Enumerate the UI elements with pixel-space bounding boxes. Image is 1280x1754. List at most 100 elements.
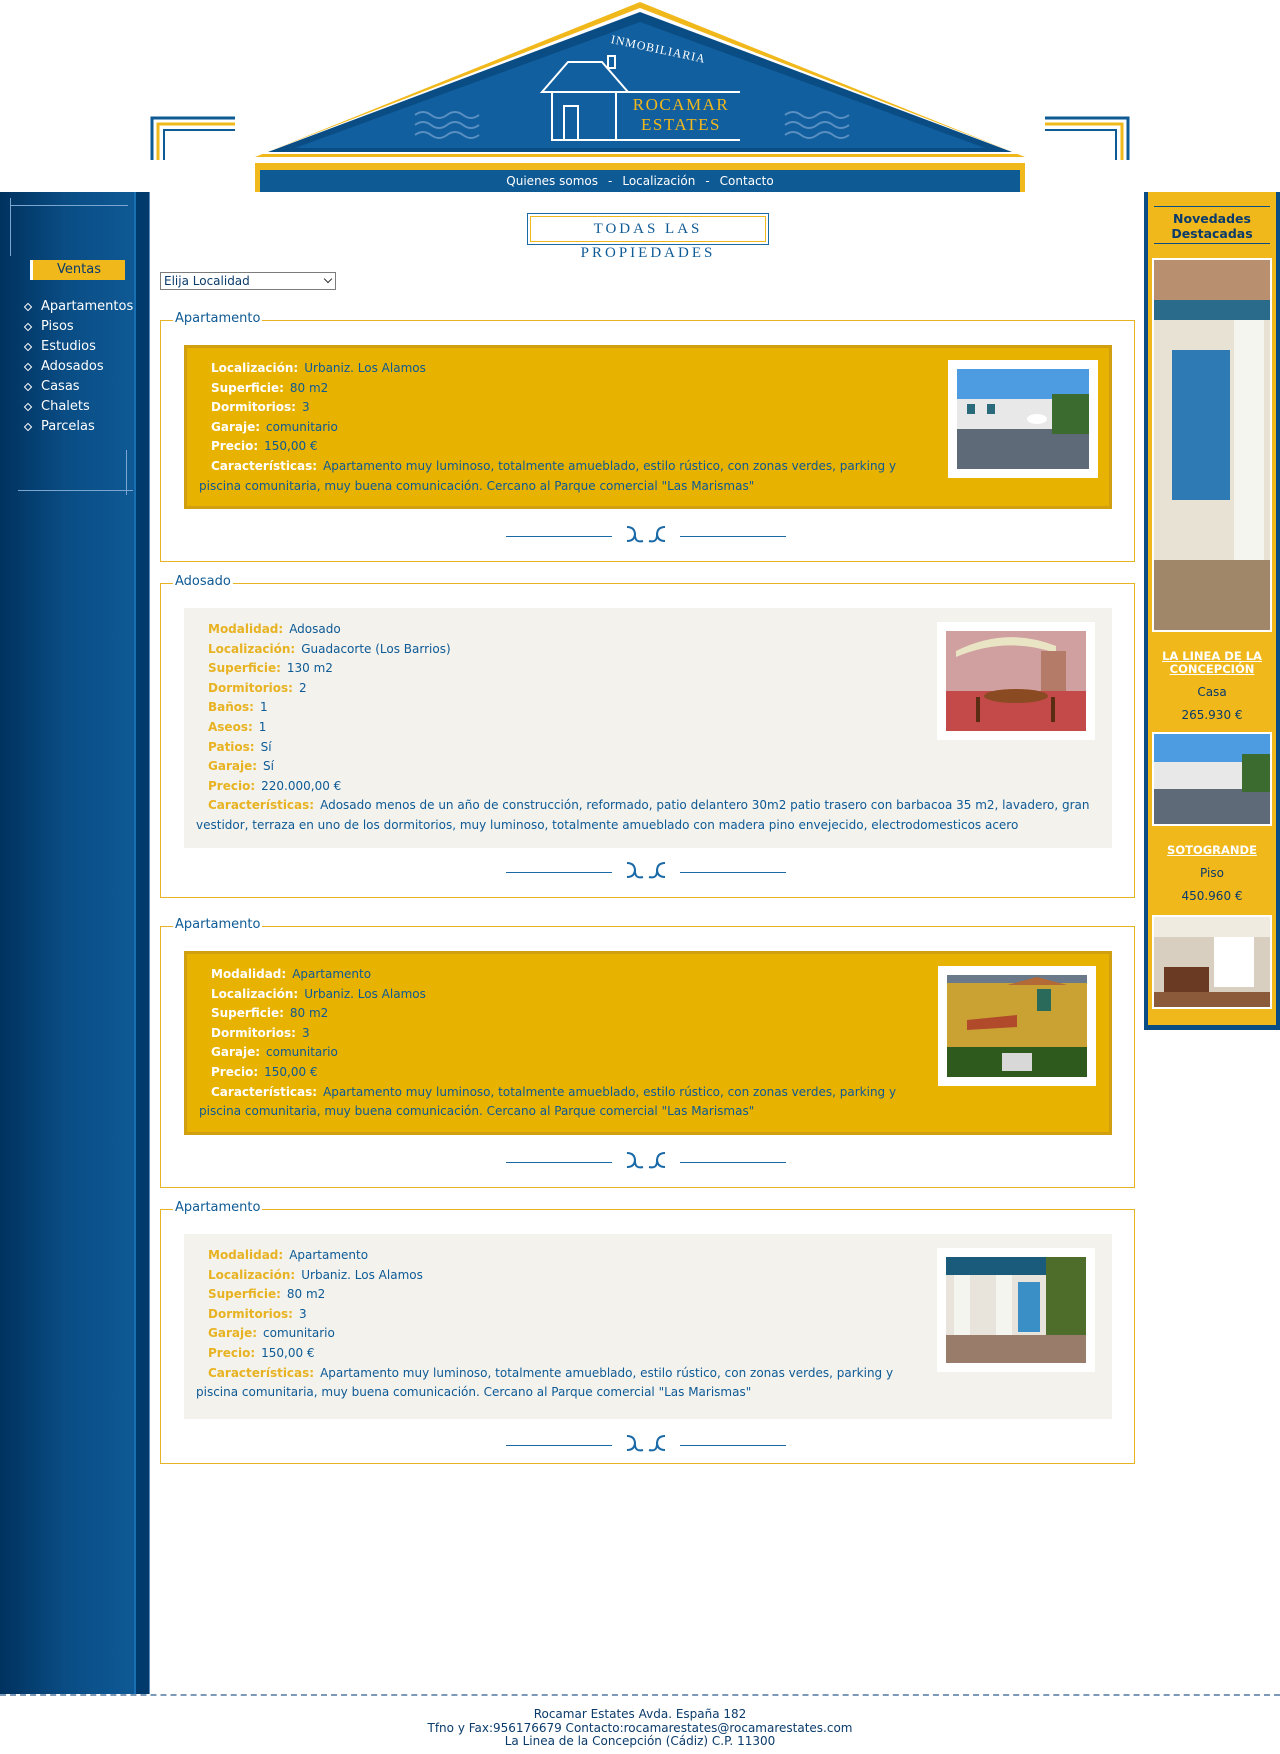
listing-field: Dormitorios: 3: [196, 1305, 936, 1325]
divider-line: [680, 872, 786, 873]
field-label: Superficie:: [208, 661, 281, 676]
diamond-bullet-icon: [23, 322, 33, 332]
listing-fieldset: Adosado Modalidad: Adosado Localización: G…: [160, 574, 1135, 898]
featured-type: Casa: [1197, 685, 1227, 699]
field-value: Sí: [260, 739, 272, 754]
featured-photo-image: [1154, 917, 1270, 1007]
featured-price: 450.960 €: [1181, 889, 1243, 903]
diamond-bullet-icon: [23, 302, 33, 312]
sidebar-item-parcelas[interactable]: Parcelas: [23, 417, 133, 437]
divider-line: [506, 1162, 612, 1163]
listing-legend: Apartamento: [173, 311, 263, 326]
listing-field: Garaje: comunitario: [196, 1324, 936, 1344]
listing-card: Modalidad: Apartamento Localización: Urban…: [184, 951, 1112, 1135]
listing-legend: Apartamento: [173, 1200, 263, 1215]
field-value: Urbaniz. Los Alamos: [301, 1267, 423, 1282]
field-label: Precio:: [208, 1345, 256, 1360]
field-label: Garaje:: [208, 759, 258, 774]
property-photo-image: [947, 975, 1087, 1077]
field-value: Sí: [263, 759, 274, 774]
featured-price: 265.930 €: [1181, 708, 1243, 722]
property-photo-image: [946, 631, 1086, 731]
sidebar-item-label: Estudios: [41, 339, 96, 354]
listing-photo[interactable]: [938, 966, 1096, 1086]
divider-line: [506, 536, 612, 537]
listing-field: Patios: Sí: [196, 738, 1096, 758]
listing-photo[interactable]: [937, 622, 1095, 740]
nav-localizacion[interactable]: Localización: [622, 174, 695, 188]
field-label: Dormitorios:: [208, 1306, 293, 1321]
field-label: Precio:: [211, 1064, 259, 1079]
sidebar-menu: Apartamentos Pisos Estudios Adosados Cas…: [23, 297, 133, 437]
listing-card: Modalidad: Adosado Localización: Guadacort…: [184, 608, 1112, 848]
field-label: Localización:: [211, 986, 299, 1001]
field-label: Aseos:: [208, 719, 253, 734]
frame-line: [10, 198, 11, 256]
field-label: Superficie:: [211, 1006, 284, 1021]
sidebar-item-adosados[interactable]: Adosados: [23, 357, 133, 377]
field-label: Localización:: [208, 641, 296, 656]
sidebar-item-apartamentos[interactable]: Apartamentos: [23, 297, 133, 317]
field-value: Guadacorte (Los Barrios): [301, 641, 451, 656]
sidebar-item-pisos[interactable]: Pisos: [23, 317, 133, 337]
listing-field: Modalidad: Apartamento: [196, 1246, 936, 1266]
divider-line: [680, 536, 786, 537]
frame-line: [126, 450, 127, 495]
featured-photo[interactable]: [1152, 732, 1272, 826]
field-value: 80 m2: [289, 380, 329, 395]
field-value: Adosado menos de un año de construcción,…: [196, 798, 1090, 832]
listing-field: Modalidad: Apartamento: [199, 965, 939, 985]
field-value: 80 m2: [289, 1006, 329, 1021]
listing-field: Superficie: 80 m2: [199, 1004, 939, 1024]
featured-photo[interactable]: [1152, 258, 1272, 632]
field-value: 130 m2: [286, 661, 333, 676]
field-value: 150,00 €: [261, 1345, 315, 1360]
field-label: Localización:: [208, 1267, 296, 1282]
listing-field: Precio: 150,00 €: [199, 437, 939, 457]
listing-field: Garaje: comunitario: [199, 1043, 939, 1063]
field-value: 3: [301, 1025, 310, 1040]
field-label: Características:: [211, 458, 318, 473]
sidebar-item-estudios[interactable]: Estudios: [23, 337, 133, 357]
field-label: Modalidad:: [208, 1248, 284, 1262]
listing-field: Dormitorios: 3: [199, 398, 939, 418]
listing-photo[interactable]: [948, 360, 1098, 478]
field-label: Baños:: [208, 700, 254, 715]
field-value: 80 m2: [286, 1287, 326, 1302]
listing-field: Garaje: comunitario: [199, 418, 939, 438]
field-value: Urbaniz. Los Alamos: [304, 986, 426, 1001]
frame-line: [18, 490, 133, 491]
listing-field: Garaje: Sí: [196, 757, 1096, 777]
featured-photo[interactable]: [1152, 915, 1272, 1009]
sidebar-section-label: Ventas: [30, 260, 125, 280]
field-value: comunitario: [266, 419, 338, 434]
diamond-bullet-icon: [23, 342, 33, 352]
listing-field: Localización: Urbaniz. Los Alamos: [196, 1266, 936, 1286]
locality-select[interactable]: Elija Localidad: [160, 272, 336, 290]
field-value: 220.000,00 €: [261, 778, 342, 793]
locality-select-value: Elija Localidad: [164, 274, 250, 288]
left-sidebar-stripe: [134, 192, 150, 1694]
field-label: Garaje:: [211, 419, 261, 434]
field-label: Superficie:: [208, 1287, 281, 1302]
site-footer: Rocamar Estates Avda. España 182 Tfno y …: [0, 1694, 1280, 1754]
logo-name: ROCAMAR ESTATES: [622, 95, 740, 135]
field-label: Modalidad:: [208, 622, 284, 636]
listing-photo[interactable]: [937, 1248, 1095, 1372]
listing-details: Modalidad: Apartamento Localización: Urban…: [196, 1246, 936, 1403]
field-label: Características:: [208, 798, 315, 813]
sidebar-item-casas[interactable]: Casas: [23, 377, 133, 397]
featured-sidebar: Novedades Destacadas LA LINEA DE LA CONC…: [1144, 192, 1280, 1030]
listing-card: Modalidad: Apartamento Localización: Urban…: [184, 1234, 1112, 1419]
featured-link-sotogrande[interactable]: SOTOGRANDE: [1148, 844, 1276, 857]
sidebar-item-chalets[interactable]: Chalets: [23, 397, 133, 417]
listing-description: Características: Apartamento muy luminoso…: [199, 457, 939, 496]
nav-quienes-somos[interactable]: Quienes somos: [506, 174, 598, 188]
nav-separator: -: [705, 174, 710, 188]
nav-contacto[interactable]: Contacto: [720, 174, 774, 188]
field-label: Modalidad:: [211, 967, 287, 981]
featured-link-la-linea[interactable]: LA LINEA DE LA CONCEPCIÓN: [1148, 650, 1276, 676]
site-header: INMOBILIARIA ROCAMAR ESTATES Quienes som…: [0, 0, 1280, 192]
field-label: Garaje:: [208, 1326, 258, 1341]
ornament-divider: [506, 1432, 786, 1454]
